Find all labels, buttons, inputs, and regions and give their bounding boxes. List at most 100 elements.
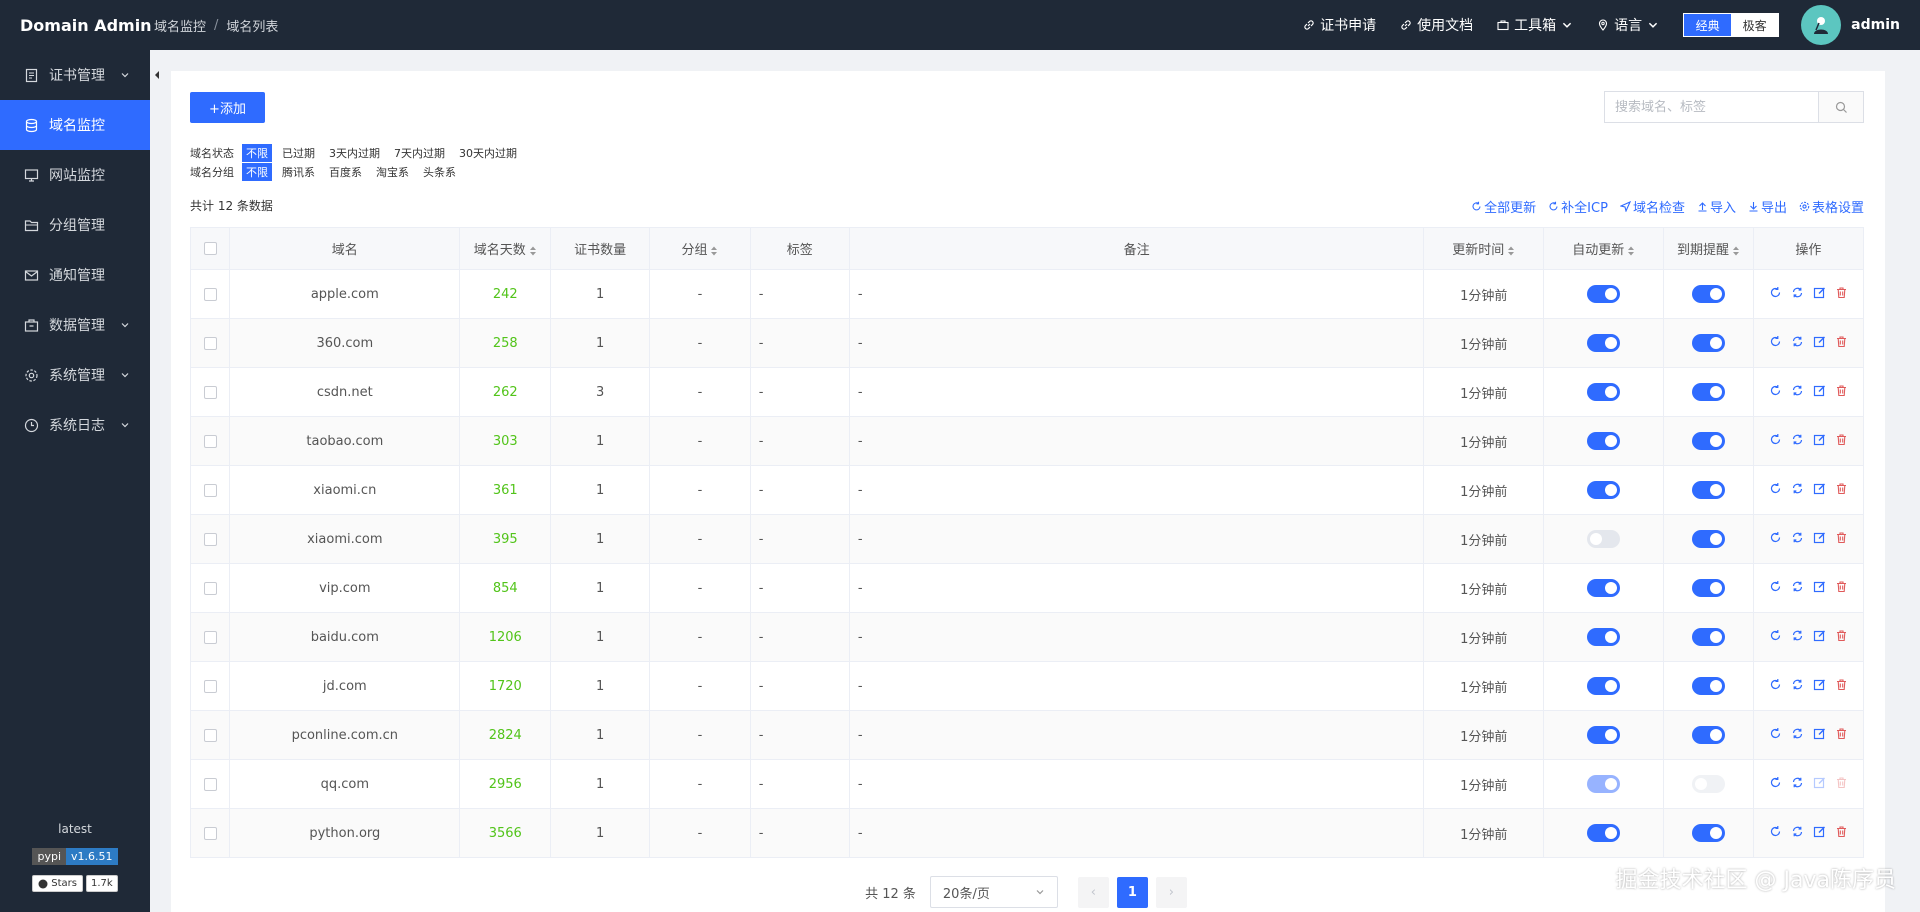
row-delete-button[interactable] (1835, 580, 1848, 597)
auto-update-toggle[interactable] (1587, 726, 1621, 744)
domain-cell[interactable]: xiaomi.cn (229, 465, 461, 515)
auto-update-toggle[interactable] (1587, 628, 1621, 646)
page-button-current[interactable]: 1 (1116, 876, 1148, 908)
expire-alert-toggle[interactable] (1692, 530, 1726, 548)
row-sync-button[interactable] (1791, 580, 1804, 597)
auto-update-toggle[interactable] (1587, 775, 1621, 793)
row-refresh-button[interactable] (1769, 727, 1782, 744)
row-delete-button[interactable] (1835, 531, 1848, 548)
certs-cell[interactable]: 1 (550, 661, 651, 711)
row-refresh-button[interactable] (1769, 335, 1782, 352)
row-refresh-button[interactable] (1769, 678, 1782, 695)
row-sync-button[interactable] (1791, 286, 1804, 303)
row-refresh-button[interactable] (1769, 629, 1782, 646)
row-refresh-button[interactable] (1769, 825, 1782, 842)
header-expire-alert[interactable]: 到期提醒 (1663, 227, 1754, 270)
row-delete-button[interactable] (1835, 727, 1848, 744)
certs-cell[interactable]: 1 (550, 759, 651, 809)
row-checkbox[interactable] (203, 434, 217, 448)
expire-alert-toggle[interactable] (1692, 285, 1726, 303)
header-auto-update[interactable]: 自动更新 (1543, 227, 1665, 270)
header-days[interactable]: 域名天数 (459, 227, 552, 270)
import-button[interactable]: 导入 (1697, 197, 1736, 216)
certs-cell[interactable]: 1 (550, 269, 651, 319)
search-button[interactable] (1818, 92, 1863, 122)
row-edit-button[interactable] (1813, 727, 1826, 744)
row-sync-button[interactable] (1791, 384, 1804, 401)
row-checkbox[interactable] (203, 826, 217, 840)
certs-cell[interactable]: 3 (550, 367, 651, 417)
row-sync-button[interactable] (1791, 335, 1804, 352)
certs-cell[interactable]: 1 (550, 465, 651, 515)
row-edit-button[interactable] (1813, 678, 1826, 695)
auto-update-toggle[interactable] (1587, 334, 1621, 352)
status-option-all[interactable]: 不限 (242, 144, 272, 162)
language-menu[interactable]: 语言 (1597, 15, 1659, 35)
group-option-taobao[interactable]: 淘宝系 (372, 163, 413, 181)
row-edit-button[interactable] (1813, 776, 1826, 793)
row-edit-button[interactable] (1813, 433, 1826, 450)
header-group[interactable]: 分组 (649, 227, 751, 270)
sidebar-item-domain[interactable]: 域名监控 (0, 100, 150, 150)
status-option-expired[interactable]: 已过期 (278, 144, 319, 162)
auto-update-toggle[interactable] (1587, 530, 1621, 548)
auto-update-toggle[interactable] (1587, 481, 1621, 499)
sidebar-item-log[interactable]: 系统日志 (0, 400, 150, 450)
breadcrumb-item-monitor[interactable]: 域名监控 (154, 16, 206, 35)
export-button[interactable]: 导出 (1748, 197, 1787, 216)
pypi-badge[interactable]: pypi v1.6.51 (32, 848, 118, 865)
auto-update-toggle[interactable] (1587, 579, 1621, 597)
row-checkbox[interactable] (203, 385, 217, 399)
auto-update-toggle[interactable] (1587, 677, 1621, 695)
domain-cell[interactable]: 360.com (229, 318, 461, 368)
row-checkbox[interactable] (203, 287, 217, 301)
domain-cell[interactable]: taobao.com (229, 416, 461, 466)
expire-alert-toggle[interactable] (1692, 579, 1726, 597)
github-stars-badge[interactable]: Stars 1.7k (32, 875, 118, 892)
row-delete-button[interactable] (1835, 286, 1848, 303)
avatar[interactable] (1801, 5, 1842, 45)
table-settings-button[interactable]: 表格设置 (1799, 197, 1864, 216)
group-option-baidu[interactable]: 百度系 (325, 163, 366, 181)
sidebar-item-cert[interactable]: 证书管理 (0, 50, 150, 100)
domain-cell[interactable]: vip.com (229, 563, 461, 613)
expire-alert-toggle[interactable] (1692, 628, 1726, 646)
row-checkbox[interactable] (203, 483, 217, 497)
expire-alert-toggle[interactable] (1692, 432, 1726, 450)
row-delete-button[interactable] (1835, 776, 1848, 793)
page-size-select[interactable]: 20条/页 (929, 876, 1058, 908)
expire-alert-toggle[interactable] (1692, 824, 1726, 842)
row-sync-button[interactable] (1791, 629, 1804, 646)
domain-check-button[interactable]: 域名检查 (1619, 197, 1685, 216)
auto-update-toggle[interactable] (1587, 824, 1621, 842)
row-delete-button[interactable] (1835, 384, 1848, 401)
row-edit-button[interactable] (1813, 629, 1826, 646)
row-checkbox[interactable] (203, 728, 217, 742)
docs-link[interactable]: 使用文档 (1400, 15, 1473, 35)
row-refresh-button[interactable] (1769, 531, 1782, 548)
row-sync-button[interactable] (1791, 482, 1804, 499)
row-refresh-button[interactable] (1769, 580, 1782, 597)
row-sync-button[interactable] (1791, 727, 1804, 744)
row-delete-button[interactable] (1835, 678, 1848, 695)
toolbox-menu[interactable]: 工具箱 (1497, 15, 1573, 35)
domain-cell[interactable]: qq.com (229, 759, 461, 809)
complete-icp-button[interactable]: 补全ICP (1548, 197, 1608, 216)
expire-alert-toggle[interactable] (1692, 775, 1726, 793)
row-edit-button[interactable] (1813, 580, 1826, 597)
row-checkbox[interactable] (203, 336, 217, 350)
domain-cell[interactable]: xiaomi.com (229, 514, 461, 564)
row-sync-button[interactable] (1791, 776, 1804, 793)
auto-update-toggle[interactable] (1587, 432, 1621, 450)
status-option-7days[interactable]: 7天内过期 (390, 144, 449, 162)
row-delete-button[interactable] (1835, 433, 1848, 450)
group-option-all[interactable]: 不限 (242, 163, 272, 181)
row-delete-button[interactable] (1835, 335, 1848, 352)
status-option-30days[interactable]: 30天内过期 (455, 144, 521, 162)
row-sync-button[interactable] (1791, 531, 1804, 548)
sidebar-item-website[interactable]: 网站监控 (0, 150, 150, 200)
certs-cell[interactable]: 1 (550, 808, 651, 858)
certs-cell[interactable]: 1 (550, 318, 651, 368)
row-checkbox[interactable] (203, 777, 217, 791)
expire-alert-toggle[interactable] (1692, 334, 1726, 352)
